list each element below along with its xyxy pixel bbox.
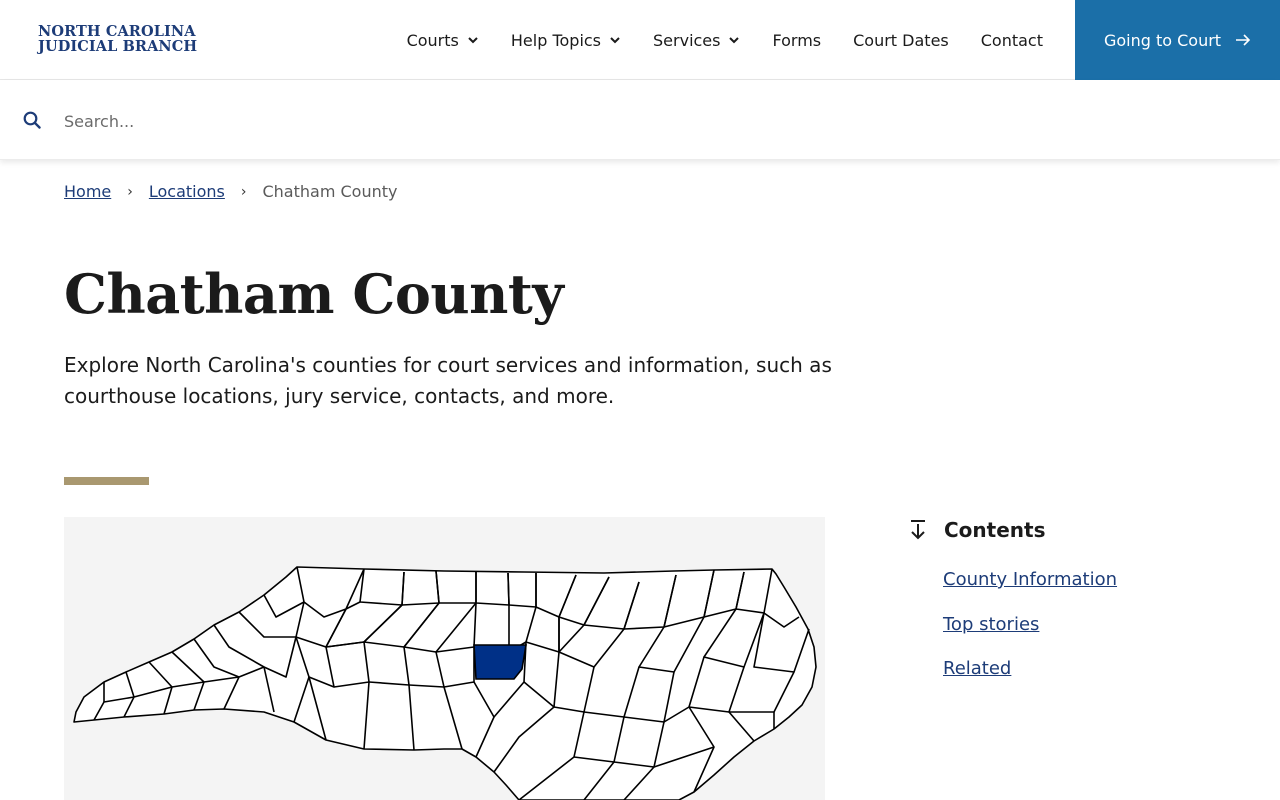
contents-title: Contents	[944, 518, 1046, 542]
nav-forms-label: Forms	[772, 30, 822, 50]
breadcrumb-current: Chatham County	[262, 182, 398, 201]
page-title: Chatham County	[64, 262, 564, 326]
contents-list: County Information Top stories Related	[943, 569, 1228, 680]
main-nav: Courts Help Topics Services Forms Court …	[407, 0, 1043, 80]
chatham-county-highlight[interactable]	[473, 644, 527, 680]
logo-line-2: JUDICIAL BRANCH	[38, 38, 198, 55]
list-item: Top stories	[943, 614, 1228, 636]
list-item: Related	[943, 658, 1228, 680]
breadcrumb-locations[interactable]: Locations	[149, 182, 225, 201]
nav-help-topics-label: Help Topics	[510, 30, 602, 50]
breadcrumb-home[interactable]: Home	[64, 182, 111, 201]
chevron-down-icon	[610, 37, 620, 44]
nav-contact-label: Contact	[980, 30, 1043, 50]
chevron-down-icon	[729, 37, 740, 44]
search-icon[interactable]	[23, 111, 41, 129]
site-header: NORTH CAROLINA JUDICIAL BRANCH Courts He…	[0, 0, 1280, 80]
contents-link-top-stories[interactable]: Top stories	[943, 614, 1039, 635]
nav-court-dates[interactable]: Court Dates	[853, 31, 949, 50]
going-to-court-button[interactable]: Going to Court	[1075, 0, 1280, 80]
nav-forms[interactable]: Forms	[772, 31, 821, 50]
breadcrumb: Home › Locations › Chatham County	[64, 182, 397, 201]
chevron-down-icon	[468, 37, 478, 44]
contents-header: Contents	[908, 517, 1228, 543]
page-intro: Explore North Carolina's counties for co…	[64, 353, 832, 408]
arrow-right-icon	[1236, 34, 1251, 46]
contents-panel: Contents County Information Top stories …	[908, 517, 1228, 703]
nav-services[interactable]: Services	[653, 31, 740, 50]
search-input[interactable]	[64, 104, 1244, 138]
county-map	[64, 517, 825, 800]
going-to-court-label: Going to Court	[1103, 30, 1222, 50]
nav-courts[interactable]: Courts	[407, 31, 479, 50]
arrow-down-to-line-icon	[911, 520, 925, 540]
logo-line-1: NORTH CAROLINA	[38, 23, 196, 40]
nav-courts-label: Courts	[406, 30, 459, 50]
accent-divider	[64, 477, 149, 485]
nav-services-label: Services	[653, 30, 721, 50]
nc-map-svg	[73, 566, 817, 800]
nav-contact[interactable]: Contact	[981, 31, 1043, 50]
breadcrumb-separator-icon: ›	[240, 183, 247, 200]
search-bar	[0, 80, 1280, 160]
contents-link-related[interactable]: Related	[943, 658, 1011, 679]
list-item: County Information	[943, 569, 1228, 591]
site-logo[interactable]: NORTH CAROLINA JUDICIAL BRANCH	[38, 24, 197, 54]
breadcrumb-separator-icon: ›	[127, 183, 133, 200]
contents-link-county-information[interactable]: County Information	[943, 569, 1117, 590]
nav-court-dates-label: Court Dates	[853, 30, 949, 50]
state-outline	[73, 566, 817, 800]
nav-help-topics[interactable]: Help Topics	[511, 31, 621, 50]
